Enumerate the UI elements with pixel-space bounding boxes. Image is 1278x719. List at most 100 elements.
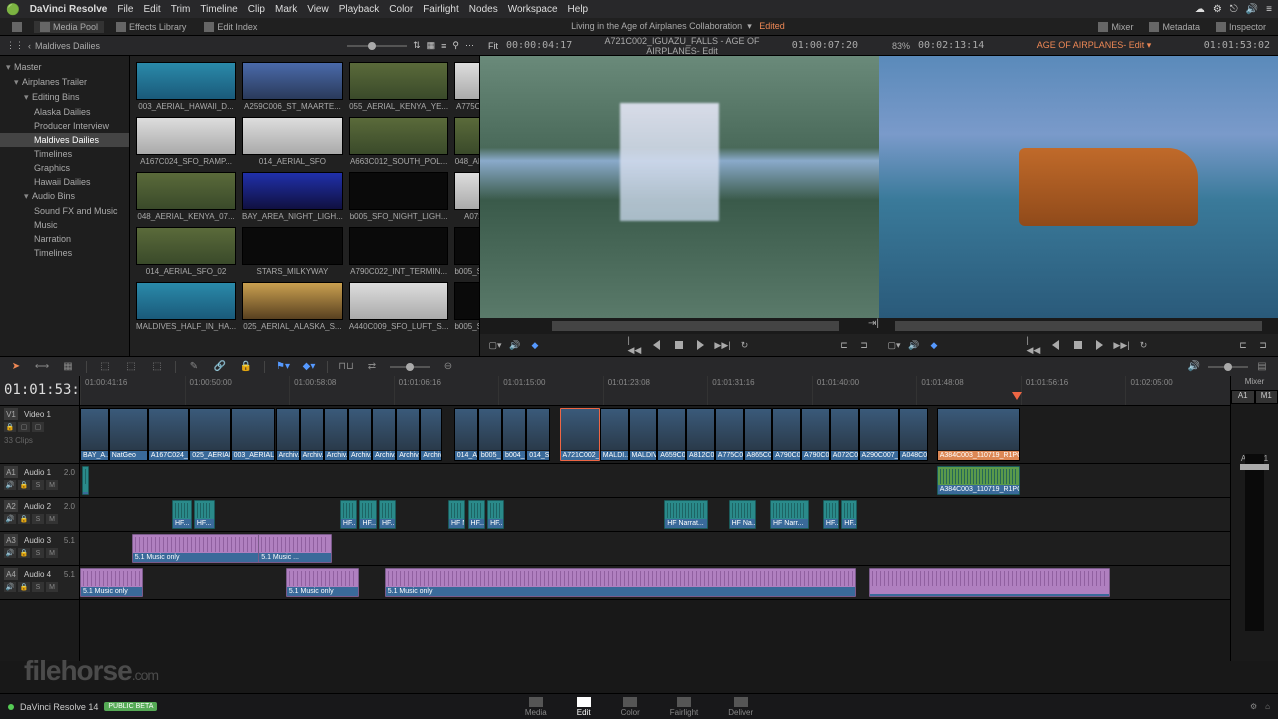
timeline-clip[interactable]: 5.1 Music only — [80, 568, 143, 597]
track-v1[interactable]: BAY_A...NatGeoA167C024_SF...025_AERIAL..… — [80, 406, 1230, 464]
status-icon[interactable]: ⚙ — [1213, 4, 1222, 15]
timeline-clip[interactable]: A775C0... — [715, 408, 744, 461]
first-frame-button[interactable]: |◀◀ — [1027, 338, 1041, 352]
status-icon[interactable]: ⎋ — [1230, 4, 1238, 15]
page-deliver[interactable]: Deliver — [728, 697, 753, 717]
zoom-out-icon[interactable]: ⊖ — [440, 360, 456, 374]
link-selection-icon[interactable]: ⇄ — [364, 360, 380, 374]
track-header-a2[interactable]: A2Audio 22.0 🔊🔒SM — [0, 498, 79, 532]
timeline-clip[interactable]: Archiv... — [300, 408, 324, 461]
media-clip[interactable]: 048_AERIAL_KENYA_07... — [454, 117, 480, 166]
timeline-clip[interactable]: HF... — [487, 500, 504, 529]
timeline-clip[interactable]: A167C024_SF... — [148, 408, 189, 461]
timeline-clip[interactable]: 5.1 Music only — [286, 568, 360, 597]
media-clip[interactable]: A775C023_SFO_CHINA... — [454, 62, 480, 111]
lock-icon[interactable]: 🔒 — [4, 422, 16, 432]
back-icon[interactable]: ‹ — [28, 41, 31, 51]
app-menu[interactable]: DaVinci Resolve — [30, 4, 108, 15]
menu-workspace[interactable]: Workspace — [508, 4, 558, 15]
bin-item[interactable]: ▾Airplanes Trailer — [0, 75, 129, 90]
media-clip[interactable]: A440C009_SFO_LUFT_S... — [349, 282, 449, 331]
timeline-clip[interactable]: MALDI... — [600, 408, 629, 461]
timeline-clip[interactable]: HF... — [841, 500, 857, 529]
zoom-slider[interactable] — [390, 366, 430, 368]
media-clip[interactable]: b005_SFO_NIGHT_LIGH... — [454, 282, 480, 331]
pointer-tool[interactable]: ➤ — [8, 360, 24, 374]
mixer-toggle[interactable]: Mixer — [1092, 21, 1139, 33]
mute-button[interactable]: M — [46, 480, 58, 490]
stop-button[interactable] — [1071, 338, 1085, 352]
menu-fairlight[interactable]: Fairlight — [423, 4, 459, 15]
timeline-clip[interactable]: HF Na... — [729, 500, 757, 529]
bin-item[interactable]: Alaska Dailies — [0, 105, 129, 119]
options-icon[interactable]: ⋯ — [465, 40, 474, 51]
audio-icon[interactable]: 🔊 — [1186, 360, 1202, 374]
media-clip[interactable]: 055_AERIAL_KENYA_YE... — [349, 62, 449, 111]
visible-icon[interactable]: ▢ — [32, 422, 44, 432]
link-icon[interactable]: 🔗 — [212, 360, 228, 374]
media-clip[interactable]: A167C024_SFO_RAMP... — [136, 117, 236, 166]
media-clip[interactable]: 025_AERIAL_ALASKA_S... — [242, 282, 343, 331]
timeline-clip[interactable]: b004_SFO_NIGH... — [502, 408, 526, 461]
replace-clip-button[interactable]: ⬚ — [149, 360, 165, 374]
timeline-clip[interactable]: Archiv... — [372, 408, 396, 461]
source-scrubber[interactable]: ⇥| — [480, 318, 879, 334]
out-point-icon[interactable]: ⊐ — [1256, 338, 1270, 352]
timeline-clip[interactable]: HF... — [172, 500, 192, 529]
mute-icon[interactable]: 🔊 — [4, 480, 16, 490]
menu-trim[interactable]: Trim — [171, 4, 191, 15]
prev-frame-button[interactable] — [1049, 338, 1063, 352]
timeline-clip[interactable]: Archiv... — [324, 408, 348, 461]
inspector-toggle[interactable]: Inspector — [1210, 21, 1272, 33]
solo-button[interactable]: S — [32, 480, 44, 490]
media-clip[interactable]: 014_AERIAL_SFO — [242, 117, 343, 166]
track-a2[interactable]: HF...HF...HF...HF...HF...HF N...HF...HF.… — [80, 498, 1230, 532]
bin-breadcrumb[interactable]: Maldives Dailies — [35, 41, 100, 51]
mixer-tab-a1[interactable]: A1 — [1231, 390, 1255, 404]
source-clip-name[interactable]: A721C002_IGUAZU_FALLS - AGE OF AIRPLANES… — [580, 36, 784, 56]
play-button[interactable] — [694, 338, 708, 352]
bin-master[interactable]: ▾Master — [0, 60, 129, 75]
timeline-name[interactable]: AGE OF AIRPLANES- Edit ▾ — [992, 40, 1196, 51]
timeline-clip[interactable]: HF Narrat... — [664, 500, 708, 529]
menu-edit[interactable]: Edit — [143, 4, 160, 15]
media-clip[interactable]: MALDIVES_HALF_IN_HA... — [136, 282, 236, 331]
out-point-icon[interactable]: ⊐ — [857, 338, 871, 352]
timeline-clip[interactable]: 014_AERIAL... — [454, 408, 478, 461]
timeline-clip[interactable]: 014_SFO... — [526, 408, 550, 461]
bin-item[interactable]: Timelines — [0, 147, 129, 161]
chevron-down-icon[interactable]: ▾ — [747, 21, 752, 31]
loop-button[interactable]: ↻ — [738, 338, 752, 352]
track-header-v1[interactable]: V1Video 1 🔒▢▢ 33 Clips — [0, 406, 79, 464]
page-fairlight[interactable]: Fairlight — [670, 697, 698, 717]
overwrite-clip-button[interactable]: ⬚ — [123, 360, 139, 374]
edit-index-toggle[interactable]: Edit Index — [198, 21, 263, 33]
project-manager-icon[interactable]: ⌂ — [1265, 702, 1270, 711]
layout-icon[interactable] — [6, 21, 28, 33]
timeline-clip[interactable]: A072C006_SF... — [830, 408, 859, 461]
home-icon[interactable] — [8, 704, 14, 710]
timeline-clip[interactable]: A865C0... — [744, 408, 773, 461]
zoom-slider[interactable] — [347, 45, 407, 47]
bin-item[interactable]: Sound FX and Music — [0, 204, 129, 218]
project-settings-icon[interactable]: ⚙ — [1250, 702, 1257, 711]
volume-slider[interactable] — [1208, 366, 1248, 368]
zoom-pct[interactable]: 83% — [892, 41, 910, 51]
track-a4[interactable]: 5.1 Music only5.1 Music only5.1 Music on… — [80, 566, 1230, 600]
timeline-clip[interactable]: A812C0... — [686, 408, 715, 461]
sort-icon[interactable]: ⇅ — [413, 40, 421, 51]
timeline-clip[interactable]: 025_AERIAL... — [189, 408, 230, 461]
track-header-a4[interactable]: A4Audio 45.1 🔊🔒SM — [0, 566, 79, 600]
media-pool-toggle[interactable]: Media Pool — [34, 21, 104, 33]
timeline-clip[interactable]: 003_AERIAL_HA... — [231, 408, 276, 461]
snap-icon[interactable]: ⊓⊔ — [338, 360, 354, 374]
menu-timeline[interactable]: Timeline — [200, 4, 237, 15]
media-clip[interactable]: b005_SFO_NIGHT_LIGH... — [454, 227, 480, 276]
lock-icon[interactable]: 🔒 — [18, 480, 30, 490]
auto-select-icon[interactable]: ▢ — [18, 422, 30, 432]
media-clip[interactable]: 048_AERIAL_KENYA_07... — [136, 172, 236, 221]
menu-nodes[interactable]: Nodes — [469, 4, 498, 15]
menu-file[interactable]: File — [117, 4, 133, 15]
list-view-icon[interactable]: ≡ — [441, 41, 446, 51]
stop-button[interactable] — [672, 338, 686, 352]
